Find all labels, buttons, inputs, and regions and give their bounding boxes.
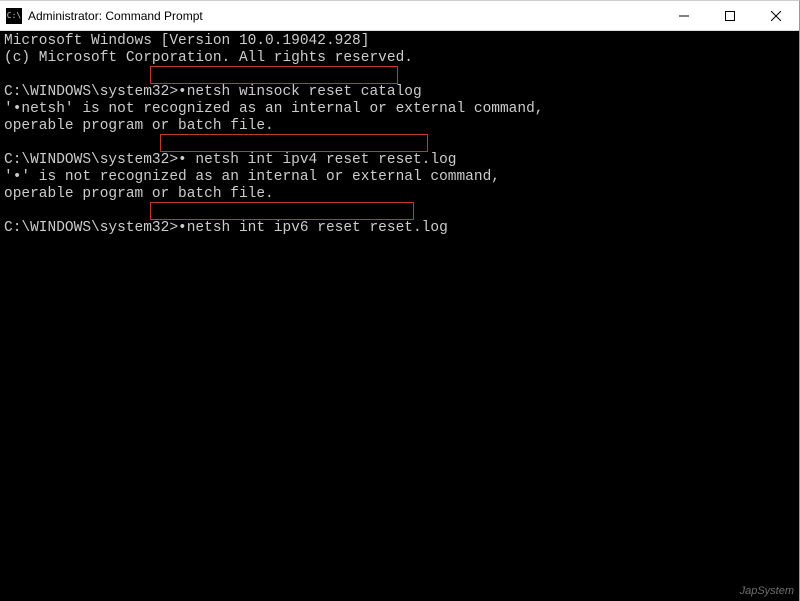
minimize-icon xyxy=(679,11,689,21)
prompt-path: C:\WINDOWS\system32> xyxy=(4,84,178,100)
cmd-icon: C:\ xyxy=(6,8,22,24)
window-controls xyxy=(661,1,799,30)
command-prompt-window: C:\ Administrator: Command Prompt Micros… xyxy=(0,0,800,601)
terminal-area[interactable]: Microsoft Windows [Version 10.0.19042.92… xyxy=(0,31,799,601)
close-icon xyxy=(771,11,781,21)
error-line: operable program or batch file. xyxy=(4,118,274,134)
error-line: '•netsh' is not recognized as an interna… xyxy=(4,101,544,117)
minimize-button[interactable] xyxy=(661,1,707,30)
cmd-icon-label: C:\ xyxy=(7,11,21,20)
maximize-button[interactable] xyxy=(707,1,753,30)
command-2: • netsh int ipv4 reset reset.log xyxy=(178,152,456,168)
prompt-path: C:\WINDOWS\system32> xyxy=(4,152,178,168)
copyright-line: (c) Microsoft Corporation. All rights re… xyxy=(4,50,413,66)
maximize-icon xyxy=(725,11,735,21)
command-1: •netsh winsock reset catalog xyxy=(178,84,422,100)
highlight-box xyxy=(150,66,398,84)
error-line: '•' is not recognized as an internal or … xyxy=(4,169,500,185)
error-line: operable program or batch file. xyxy=(4,186,274,202)
window-title: Administrator: Command Prompt xyxy=(28,9,661,23)
highlight-box xyxy=(150,202,414,220)
highlight-box xyxy=(160,134,428,152)
version-line: Microsoft Windows [Version 10.0.19042.92… xyxy=(4,33,369,49)
close-button[interactable] xyxy=(753,1,799,30)
prompt-path: C:\WINDOWS\system32> xyxy=(4,220,178,236)
titlebar[interactable]: C:\ Administrator: Command Prompt xyxy=(0,1,799,31)
watermark: JapSystem xyxy=(740,585,794,597)
command-3: •netsh int ipv6 reset reset.log xyxy=(178,220,448,236)
